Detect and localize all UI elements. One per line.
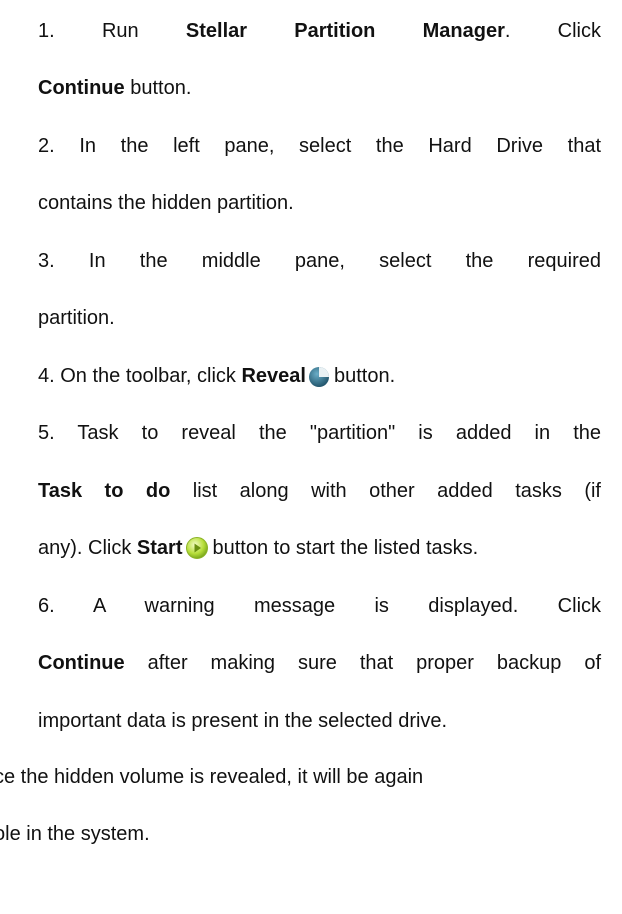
step-1-line-2: Continue button. — [38, 77, 192, 99]
step-4-line-1: 4. On the toolbar, click Reveal button. — [38, 364, 395, 394]
step-6-line-1: 6. A warning message is displayed. Click — [38, 595, 602, 617]
step-5-line-2: Task to do list along with other added t… — [38, 480, 601, 502]
step-5-line-1: 5. Task to reveal the "partition" is add… — [38, 422, 601, 444]
step-number: 1. — [38, 20, 55, 42]
step-5-line-3: any). Click Start button to start the li… — [38, 536, 478, 566]
step-1-line-1: 1. Run Stellar Partition Manager. Click — [38, 20, 601, 42]
step-2-line-1: 2. In the left pane, select the Hard Dri… — [38, 135, 602, 157]
step-number: 4. — [38, 365, 55, 387]
step-number: 6. — [38, 595, 55, 617]
footer-line-1: ce the hidden volume is revealed, it wil… — [0, 766, 424, 788]
step-3-line-1: 3. In the middle pane, select the requir… — [38, 250, 602, 272]
app-name: Stellar Partition Manager — [185, 20, 505, 42]
document-page: { "steps": [ { "number": "1.", "line1": … — [0, 0, 622, 914]
step-number: 2. — [38, 135, 55, 157]
start-play-icon — [185, 536, 209, 566]
step-number: 5. — [38, 422, 55, 444]
step-2-line-2: contains the hidden partition. — [38, 192, 294, 214]
step-6-line-2: Continue after making sure that proper b… — [38, 652, 601, 674]
reveal-pie-icon — [308, 364, 330, 394]
step-number: 3. — [38, 250, 55, 272]
footer-line-2: ole in the system. — [0, 823, 150, 845]
step-6-line-3: important data is present in the selecte… — [38, 710, 448, 732]
step-3-line-2: partition. — [38, 307, 115, 329]
